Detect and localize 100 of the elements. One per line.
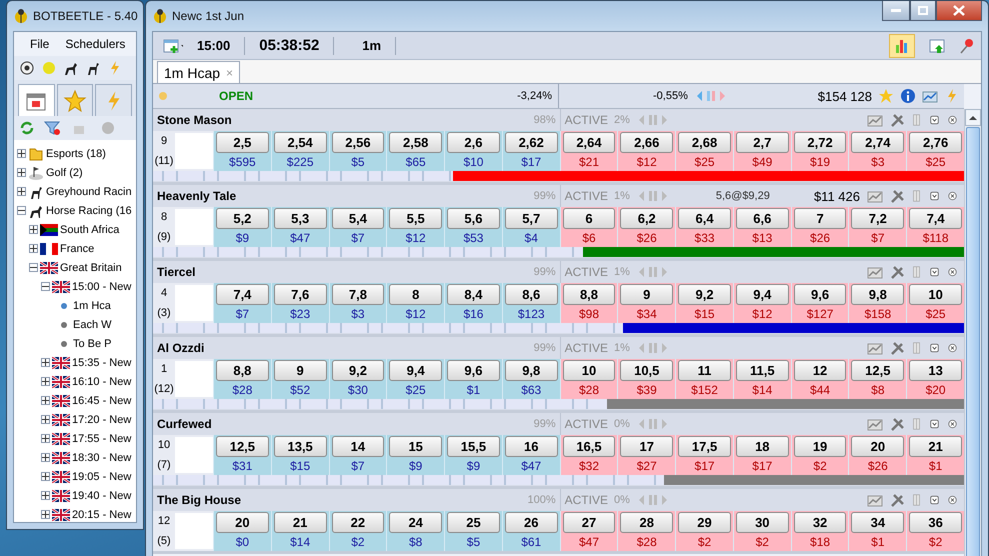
tree-item[interactable]: 17:55 - New [72, 432, 132, 444]
lay-price-button[interactable]: 36 [909, 512, 962, 533]
back-price-button[interactable]: 2,58 [389, 132, 442, 153]
lay-price-button[interactable]: 28 [620, 512, 674, 533]
back-price-button[interactable]: 9 [274, 360, 327, 381]
back-price-button[interactable]: 5,7 [504, 208, 558, 229]
back-price-button[interactable]: 14 [332, 436, 384, 457]
expander-icon[interactable] [41, 472, 50, 481]
expander-icon[interactable] [41, 491, 50, 500]
back-price-button[interactable]: 15,5 [447, 436, 500, 457]
expander-icon[interactable] [41, 396, 50, 405]
lay-price-button[interactable]: 12 [794, 360, 846, 381]
tree-item[interactable]: 15:35 - New [72, 356, 132, 368]
back-price-button[interactable]: 2,5 [216, 132, 269, 153]
lay-price-button[interactable]: 18 [736, 436, 789, 457]
lay-price-button[interactable]: 27 [562, 512, 616, 533]
lay-price-button[interactable]: 9,8 [851, 284, 904, 305]
expander-icon[interactable] [41, 453, 50, 462]
lay-price-button[interactable]: 16,5 [562, 436, 616, 457]
chart-toggle-button[interactable] [889, 34, 915, 58]
tree-item[interactable]: 1m Hca [73, 300, 111, 312]
lay-price-button[interactable]: 34 [851, 512, 904, 533]
lay-price-button[interactable]: 17,5 [678, 436, 731, 457]
expander-icon[interactable] [29, 244, 38, 253]
menu-item[interactable]: Schedulers [59, 35, 132, 53]
expander-icon[interactable] [41, 434, 50, 443]
tree-item[interactable]: 16:45 - New [72, 394, 132, 406]
tree-item[interactable]: To Be P [73, 338, 112, 350]
lay-price-button[interactable]: 2,66 [620, 132, 674, 153]
back-price-button[interactable]: 9,6 [447, 360, 500, 381]
back-price-button[interactable]: 5,6 [447, 208, 500, 229]
back-price-button[interactable]: 2,62 [504, 132, 558, 153]
back-price-button[interactable]: 13,5 [274, 436, 327, 457]
back-price-button[interactable]: 2,6 [447, 132, 500, 153]
tree-item[interactable]: 16:10 - New [72, 376, 132, 388]
back-price-button[interactable]: 12,5 [216, 436, 269, 457]
tree-item[interactable]: 20:15 - New [72, 508, 132, 520]
tree-item[interactable]: Greyhound Racin [46, 186, 132, 198]
lay-price-button[interactable]: 9,6 [794, 284, 846, 305]
back-price-button[interactable]: 21 [274, 512, 327, 533]
lay-price-button[interactable]: 6,4 [678, 208, 731, 229]
lay-price-button[interactable]: 2,64 [562, 132, 616, 153]
back-price-button[interactable]: 15 [389, 436, 442, 457]
expander-icon[interactable] [17, 206, 26, 215]
tree-item[interactable]: 19:40 - New [72, 490, 132, 502]
back-price-button[interactable]: 8,4 [447, 284, 500, 305]
back-price-button[interactable]: 16 [504, 436, 558, 457]
lay-price-button[interactable]: 9,2 [678, 284, 731, 305]
tree-item[interactable]: Golf (2) [46, 166, 83, 178]
expander-icon[interactable] [17, 149, 26, 158]
expander-icon[interactable] [41, 510, 50, 519]
maximize-button[interactable] [910, 1, 936, 21]
lay-price-button[interactable]: 11,5 [736, 360, 789, 381]
back-price-button[interactable]: 9,2 [332, 360, 384, 381]
expander-icon[interactable] [41, 377, 50, 386]
tree-item[interactable]: Each W [73, 318, 112, 330]
expander-icon[interactable] [41, 358, 50, 367]
lay-price-button[interactable]: 2,7 [736, 132, 789, 153]
back-price-button[interactable]: 7,6 [274, 284, 327, 305]
back-price-button[interactable]: 24 [389, 512, 442, 533]
tree-item[interactable]: Horse Racing (16 [46, 204, 132, 216]
lay-price-button[interactable]: 7,2 [851, 208, 904, 229]
lay-price-button[interactable]: 2,76 [909, 132, 962, 153]
back-price-button[interactable]: 8,8 [216, 360, 269, 381]
lay-price-button[interactable]: 29 [678, 512, 731, 533]
back-price-button[interactable]: 2,54 [274, 132, 327, 153]
lay-price-button[interactable]: 2,74 [851, 132, 904, 153]
market-tab[interactable]: 1m Hcap × [157, 61, 240, 83]
lay-price-button[interactable]: 2,72 [794, 132, 846, 153]
expander-icon[interactable] [41, 415, 50, 424]
back-price-button[interactable]: 26 [504, 512, 558, 533]
lay-price-button[interactable]: 7 [794, 208, 846, 229]
tree-item[interactable]: Esports (18) [46, 148, 106, 160]
back-price-button[interactable]: 9,8 [504, 360, 558, 381]
back-price-button[interactable]: 7,4 [216, 284, 269, 305]
back-price-button[interactable]: 22 [332, 512, 384, 533]
expander-icon[interactable] [17, 187, 26, 196]
tree-item[interactable]: 19:05 - New [72, 470, 132, 482]
scrollbar[interactable] [964, 109, 981, 556]
tree-item[interactable]: 15:00 - New [72, 280, 132, 292]
lay-price-button[interactable]: 10 [909, 284, 962, 305]
tree-item[interactable]: South Africa [60, 224, 120, 236]
expander-icon[interactable] [41, 282, 50, 291]
back-price-button[interactable]: 25 [447, 512, 500, 533]
close-button[interactable] [936, 1, 982, 21]
lay-price-button[interactable]: 6 [562, 208, 616, 229]
calendar-tab[interactable] [18, 84, 55, 116]
lay-price-button[interactable]: 32 [794, 512, 846, 533]
lay-price-button[interactable]: 17 [620, 436, 674, 457]
menu-item[interactable]: File [24, 35, 56, 53]
back-price-button[interactable]: 5,3 [274, 208, 327, 229]
back-price-button[interactable]: 5,2 [216, 208, 269, 229]
lay-price-button[interactable]: 6,2 [620, 208, 674, 229]
back-price-button[interactable]: 5,4 [332, 208, 384, 229]
expander-icon[interactable] [29, 225, 38, 234]
lay-price-button[interactable]: 8,8 [562, 284, 616, 305]
lay-price-button[interactable]: 10,5 [620, 360, 674, 381]
lay-price-button[interactable]: 21 [909, 436, 962, 457]
back-price-button[interactable]: 8 [389, 284, 442, 305]
lay-price-button[interactable]: 9,4 [736, 284, 789, 305]
